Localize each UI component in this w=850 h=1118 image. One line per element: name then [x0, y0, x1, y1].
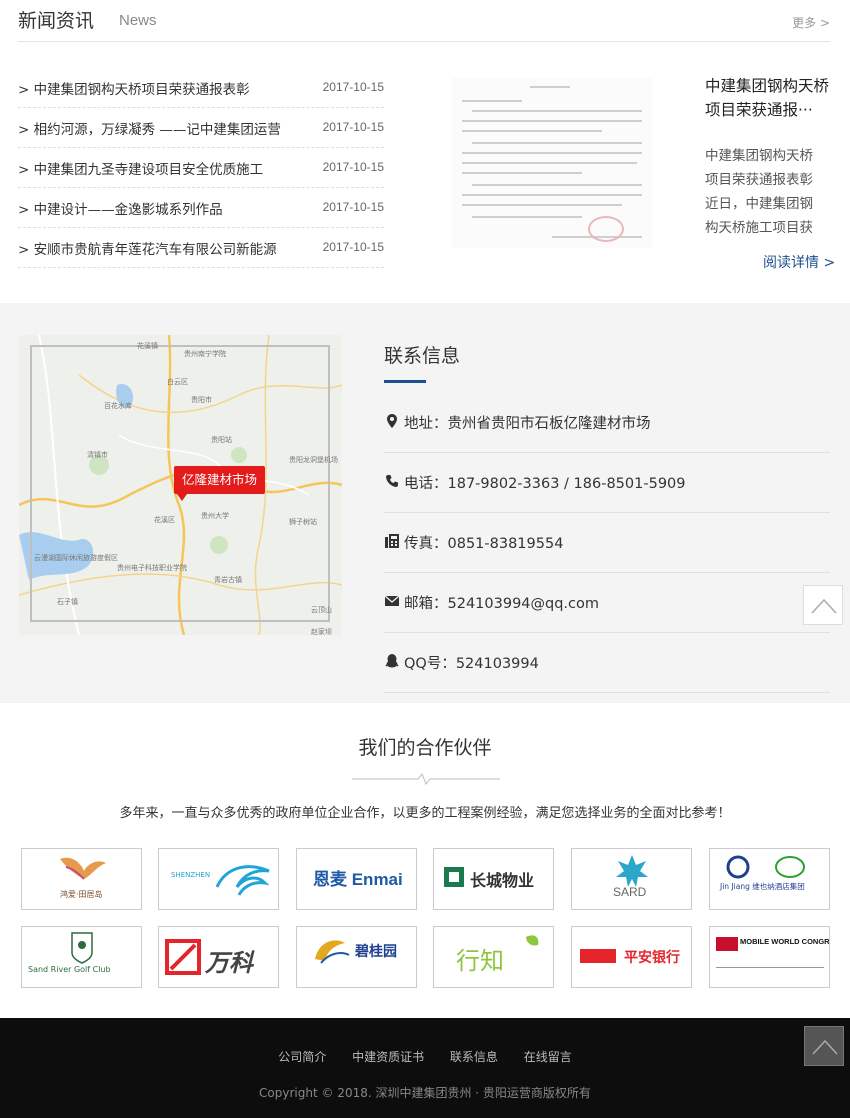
news-item-date: 2017-10-15: [322, 120, 384, 134]
partner-logo[interactable]: 平安银行: [571, 926, 692, 988]
map-pin-icon: [177, 494, 187, 501]
featured-news-title[interactable]: 中建集团钢构天桥项目荣获通报···: [705, 74, 830, 132]
footer-copyright: Copyright © 2018. 深圳中建集团贵州 · 贵阳运营商版权所有: [259, 1086, 591, 1100]
partner-logo-name: 碧桂园: [355, 944, 397, 960]
location-map[interactable]: 花溪镇 贵州南宁学院 白云区 百花水库 贵阳市 贵阳站 贵阳龙洞堡机场 清镇市 …: [19, 335, 342, 635]
partner-logo-name: 鸿爱·田居岛: [60, 890, 103, 899]
list-item[interactable]: > 中建设计——金逸影城系列作品 2017-10-15: [18, 188, 384, 228]
more-link[interactable]: 更多 >: [792, 14, 830, 31]
partners-title: 我们的合作伙伴: [358, 737, 492, 759]
partner-logo[interactable]: 行知: [433, 926, 554, 988]
partner-logo-name: MOBILE WORLD CONGRESS: [740, 937, 830, 946]
contact-phone: 电话：187-9802-3363 / 186-8501-5909: [404, 476, 686, 492]
partner-logo[interactable]: Jin Jiang 维也纳酒店集团: [709, 848, 830, 910]
contact-qq-row: QQ号：524103994: [384, 633, 830, 693]
fax-icon: [385, 534, 399, 548]
back-to-top-button[interactable]: [804, 1026, 844, 1066]
partner-logo-name: 万科: [205, 949, 253, 977]
partner-logo[interactable]: Sand River Golf Club: [21, 926, 142, 988]
title-divider: [352, 773, 500, 785]
chevron-up-icon: [811, 598, 837, 614]
contact-address: 地址：贵州省贵阳市石板亿隆建材市场: [404, 416, 651, 432]
list-item[interactable]: > 中建集团九圣寺建设项目安全优质施工 2017-10-15: [18, 148, 384, 188]
featured-news-image[interactable]: [430, 68, 670, 258]
partner-logo-name: Sand River Golf Club: [28, 965, 111, 974]
star-logo-icon: [616, 855, 648, 887]
contact-qq: QQ号：524103994: [404, 656, 539, 672]
footer-link-certificates[interactable]: 中建资质证书: [352, 1050, 424, 1064]
contact-fax-row: 传真：0851-83819554: [384, 513, 830, 573]
partner-logo-name: SARD: [613, 885, 647, 899]
news-item-title[interactable]: > 安顺市贵航青年莲花汽车有限公司新能源: [18, 238, 308, 258]
chevron-up-icon: [812, 1039, 838, 1055]
contact-list: 地址：贵州省贵阳市石板亿隆建材市场 电话：187-9802-3363 / 186…: [384, 393, 830, 693]
partner-logo[interactable]: 万科: [158, 926, 279, 988]
envelope-icon: [384, 595, 400, 606]
news-item-date: 2017-10-15: [322, 160, 384, 174]
map-marker-label[interactable]: 亿隆建材市场: [174, 466, 266, 494]
footer-nav: 公司简介 中建资质证书 联系信息 在线留言: [0, 1048, 850, 1065]
seal-stamp-icon: [588, 216, 624, 242]
contact-section: 花溪镇 贵州南宁学院 白云区 百花水库 贵阳市 贵阳站 贵阳龙洞堡机场 清镇市 …: [0, 303, 850, 703]
news-header: 新闻资讯 News 更多 >: [18, 0, 830, 42]
footer-link-message[interactable]: 在线留言: [524, 1050, 572, 1064]
news-title: 新闻资讯: [18, 10, 95, 32]
news-item-title[interactable]: > 中建集团钢构天桥项目荣获通报表彰: [18, 78, 308, 98]
list-item[interactable]: > 相约河源，万绿凝秀 ——记中建集团运营 2017-10-15: [18, 108, 384, 148]
partner-logo[interactable]: SHENZHEN: [158, 848, 279, 910]
news-subtitle: News: [119, 12, 157, 29]
partner-logo[interactable]: MOBILE WORLD CONGRESS: [709, 926, 830, 988]
partner-logo[interactable]: 长城物业: [433, 848, 554, 910]
partner-logo-name: 平安银行: [624, 950, 680, 966]
list-item[interactable]: > 安顺市贵航青年莲花汽车有限公司新能源 2017-10-15: [18, 228, 384, 268]
contact-email: 邮箱：524103994@qq.com: [404, 596, 600, 612]
featured-news-description: 中建集团钢构天桥项目荣获通报表彰近日，中建集团钢构天桥施工项目获: [705, 148, 813, 236]
news-item-date: 2017-10-15: [322, 240, 384, 254]
phone-icon: [386, 475, 398, 487]
news-item-title[interactable]: > 中建设计——金逸影城系列作品: [18, 198, 308, 218]
partner-logo-name: Jin Jiang 维也纳酒店集团: [720, 882, 805, 891]
contact-email-row: 邮箱：524103994@qq.com: [384, 573, 830, 633]
partner-logo-name: 行知: [456, 947, 504, 975]
wave-logo-icon: [215, 865, 270, 896]
title-underline: [384, 380, 426, 383]
list-item[interactable]: > 中建集团钢构天桥项目荣获通报表彰 2017-10-15: [18, 68, 384, 108]
news-item-date: 2017-10-15: [322, 80, 384, 94]
back-to-top-button[interactable]: [803, 585, 843, 625]
news-section: 新闻资讯 News 更多 > > 中建集团钢构天桥项目荣获通报表彰 2017-1…: [0, 0, 850, 303]
news-item-date: 2017-10-15: [322, 200, 384, 214]
footer-link-about[interactable]: 公司简介: [278, 1050, 326, 1064]
partner-logo-name: 恩麦 Enmai: [313, 870, 403, 889]
partner-logo[interactable]: 鸿爱·田居岛: [21, 848, 142, 910]
bird-logo-icon: [60, 857, 106, 880]
globe-logo-icon: [726, 855, 805, 879]
document-thumbnail: [452, 78, 652, 248]
contact-fax: 传真：0851-83819554: [404, 536, 564, 552]
partners-subtitle: 多年来，一直与众多优秀的政府单位企业合作，以更多的工程案例经验，满足您选择业务的…: [119, 806, 731, 821]
golf-crest-icon: [71, 932, 93, 964]
partner-logo[interactable]: 碧桂园: [296, 926, 417, 988]
news-list: > 中建集团钢构天桥项目荣获通报表彰 2017-10-15 > 相约河源，万绿凝…: [18, 68, 384, 268]
read-more-link[interactable]: 阅读详情 >: [763, 252, 835, 272]
contact-address-row: 地址：贵州省贵阳市石板亿隆建材市场: [384, 393, 830, 453]
site-footer: 公司简介 中建资质证书 联系信息 在线留言 Copyright © 2018. …: [0, 1018, 850, 1118]
map-marker-icon: [387, 414, 397, 428]
qq-icon: [385, 654, 399, 668]
contact-title: 联系信息: [384, 345, 461, 367]
partner-logo-name: SHENZHEN: [171, 871, 211, 879]
partner-logo-name: 长城物业: [470, 871, 535, 890]
news-item-title[interactable]: > 中建集团九圣寺建设项目安全优质施工: [18, 158, 308, 178]
news-item-title[interactable]: > 相约河源，万绿凝秀 ——记中建集团运营: [18, 118, 308, 138]
partner-logo[interactable]: SARD: [571, 848, 692, 910]
contact-phone-row: 电话：187-9802-3363 / 186-8501-5909: [384, 453, 830, 513]
partner-logo[interactable]: 恩麦 Enmai: [296, 848, 417, 910]
footer-link-contact[interactable]: 联系信息: [450, 1050, 498, 1064]
